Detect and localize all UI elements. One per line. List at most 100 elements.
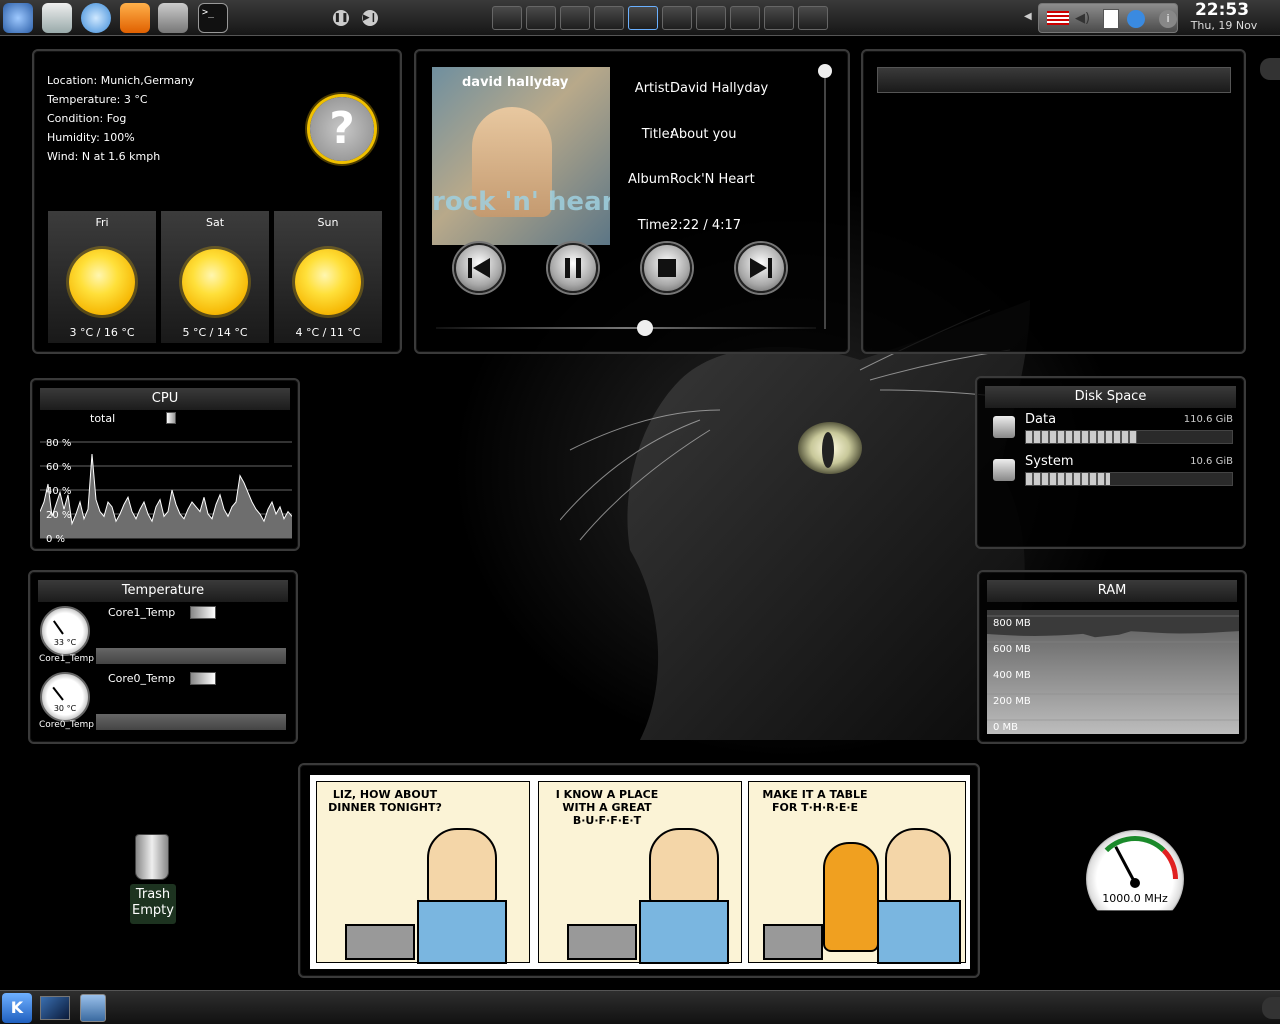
info-icon[interactable]: i <box>1159 10 1177 28</box>
weather-widget: Location: Munich,Germany Temperature: 3 … <box>32 49 402 354</box>
trash-label-line-1: Trash <box>135 887 171 902</box>
sun-icon <box>295 249 361 315</box>
pager-desktop-10[interactable] <box>798 6 828 30</box>
cpu-legend-swatch <box>166 412 176 424</box>
keyboard-layout-flag-icon[interactable] <box>1047 11 1069 25</box>
disk-system-usage-fill <box>1026 473 1111 485</box>
bottom-panel: K <box>0 990 1280 1024</box>
pager-desktop-9[interactable] <box>764 6 794 30</box>
pause-icon[interactable]: ❚❚ <box>333 10 349 26</box>
previous-button[interactable] <box>454 243 504 293</box>
pause-button[interactable] <box>548 243 598 293</box>
volume-slider[interactable] <box>824 69 826 329</box>
system-monitor-icon[interactable] <box>80 994 106 1022</box>
disk-data-size: 110.6 GiB <box>1183 414 1233 425</box>
title-value: About you <box>670 127 737 142</box>
forecast-range: 4 °C / 11 °C <box>295 326 361 339</box>
disk-system-usage-bar <box>1025 472 1233 486</box>
tools-icon[interactable] <box>158 3 188 33</box>
ram-title: RAM <box>987 580 1237 602</box>
network-icon[interactable] <box>1127 10 1145 28</box>
show-desktop-icon[interactable] <box>40 996 70 1020</box>
core1-temp-value: 33 °C <box>53 638 77 647</box>
comic-panel-1-text: LIZ, HOW ABOUT DINNER TONIGHT? <box>328 788 442 814</box>
disk-system-size: 10.6 GiB <box>1190 456 1233 467</box>
panel-toolbox-icon[interactable] <box>1260 58 1280 80</box>
core0-temp-value: 30 °C <box>53 704 77 713</box>
comic-panel-3: MAKE IT A TABLE FOR T·H·R·E·E <box>748 781 966 964</box>
pager-desktop-8[interactable] <box>730 6 760 30</box>
seek-handle[interactable] <box>637 320 653 336</box>
artist-label: Artist: <box>634 81 674 96</box>
weather-condition: Condition: Fog <box>47 112 127 125</box>
comic-strip[interactable]: LIZ, HOW ABOUT DINNER TONIGHT? I KNOW A … <box>310 775 970 969</box>
terminal-icon[interactable]: >_ <box>198 3 228 33</box>
help-icon[interactable] <box>81 3 111 33</box>
core1-temp-gauge: 33 °C <box>40 606 90 656</box>
pager-desktop-1[interactable] <box>492 6 522 30</box>
pager-desktop-3[interactable] <box>560 6 590 30</box>
trash-label-line-2: Empty <box>132 903 174 918</box>
stop-button[interactable] <box>642 243 692 293</box>
comic-character-shirt <box>417 900 507 964</box>
clock-time[interactable]: 22:53 <box>1190 0 1254 20</box>
comic-character-shirt <box>877 900 961 964</box>
desktop: >_ ❚❚ ▶❙ ◀ ◀) i 22:53 Thu, 19 Nov Locati… <box>0 0 1280 1024</box>
panel-toolbox-bottom-icon[interactable] <box>1262 997 1280 1019</box>
cover-album-text: rock 'n' heart <box>432 187 610 217</box>
tray-expand-icon[interactable]: ◀ <box>1024 11 1032 22</box>
next-icon[interactable]: ▶❙ <box>362 10 378 26</box>
comic-character <box>427 828 497 908</box>
pager-desktop-4[interactable] <box>594 6 624 30</box>
folder-network-icon[interactable] <box>42 3 72 33</box>
clock-date[interactable]: Thu, 19 Nov <box>1184 19 1264 32</box>
comic-character-shirt <box>639 900 729 964</box>
volume-icon[interactable]: ◀) <box>1075 11 1090 26</box>
ram-tick-label: 0 MB <box>993 722 1018 733</box>
pager-desktop-2[interactable] <box>526 6 556 30</box>
top-panel: >_ ❚❚ ▶❙ ◀ ◀) i 22:53 Thu, 19 Nov <box>0 0 1280 36</box>
volume-handle[interactable] <box>818 64 832 78</box>
forecast-day-label: Sat <box>205 216 225 229</box>
pager-desktop-7[interactable] <box>696 6 726 30</box>
pager-desktop-6[interactable] <box>662 6 692 30</box>
kde-menu-icon[interactable] <box>3 3 33 33</box>
cpu-tick-label: 80 % <box>46 438 71 449</box>
ram-tick-label: 800 MB <box>993 618 1031 629</box>
core0-temp-gauge: 30 °C <box>40 672 90 722</box>
cpu-tick-label: 0 % <box>46 534 65 544</box>
cpu-tick-label: 40 % <box>46 486 71 497</box>
next-button[interactable] <box>736 243 786 293</box>
pager-desktop-5[interactable] <box>628 6 658 30</box>
forecast-day-sun: Sun 4 °C / 11 °C <box>274 211 382 343</box>
sun-icon <box>182 249 248 315</box>
cpu-graph: 80 % 60 % 40 % 20 % 0 % <box>40 438 292 544</box>
cpu-widget: CPU total 80 % 60 % 40 % 20 % 0 % <box>30 378 300 551</box>
core0-gauge-label: Core0_Temp <box>38 720 94 730</box>
rss-icon[interactable] <box>120 3 150 33</box>
system-tray: ◀) i <box>1038 3 1178 33</box>
cpu-usage-area <box>40 454 292 538</box>
seek-slider[interactable] <box>436 327 816 329</box>
hard-disk-icon <box>993 416 1015 438</box>
cpu-title: CPU <box>40 388 290 410</box>
ram-tick-label: 600 MB <box>993 644 1031 655</box>
cpu-frequency-value: 1000.0 MHz <box>1102 892 1168 905</box>
cpu-tick-label: 60 % <box>46 462 71 473</box>
comic-telephone <box>763 924 823 960</box>
forecast-day-label: Fri <box>95 216 109 229</box>
forecast-range: 3 °C / 16 °C <box>69 326 135 339</box>
sun-icon <box>69 249 135 315</box>
clipboard-icon[interactable] <box>1103 9 1119 29</box>
core1-gauge-label: Core1_Temp <box>38 654 94 664</box>
weather-details: Location: Munich,Germany Temperature: 3 … <box>47 71 194 166</box>
core0-temp-graph <box>96 714 286 730</box>
cover-artist-text: david hallyday <box>462 75 569 90</box>
weather-humidity: Humidity: 100% <box>47 131 135 144</box>
core1-gauge-needle <box>53 620 64 635</box>
empty-widget <box>861 49 1246 354</box>
ram-tick-label: 200 MB <box>993 696 1031 707</box>
disk-data-name: Data <box>1025 412 1057 427</box>
trash-desktop-icon[interactable]: Trash Empty <box>128 832 178 924</box>
kde-launcher-icon[interactable]: K <box>2 993 32 1023</box>
